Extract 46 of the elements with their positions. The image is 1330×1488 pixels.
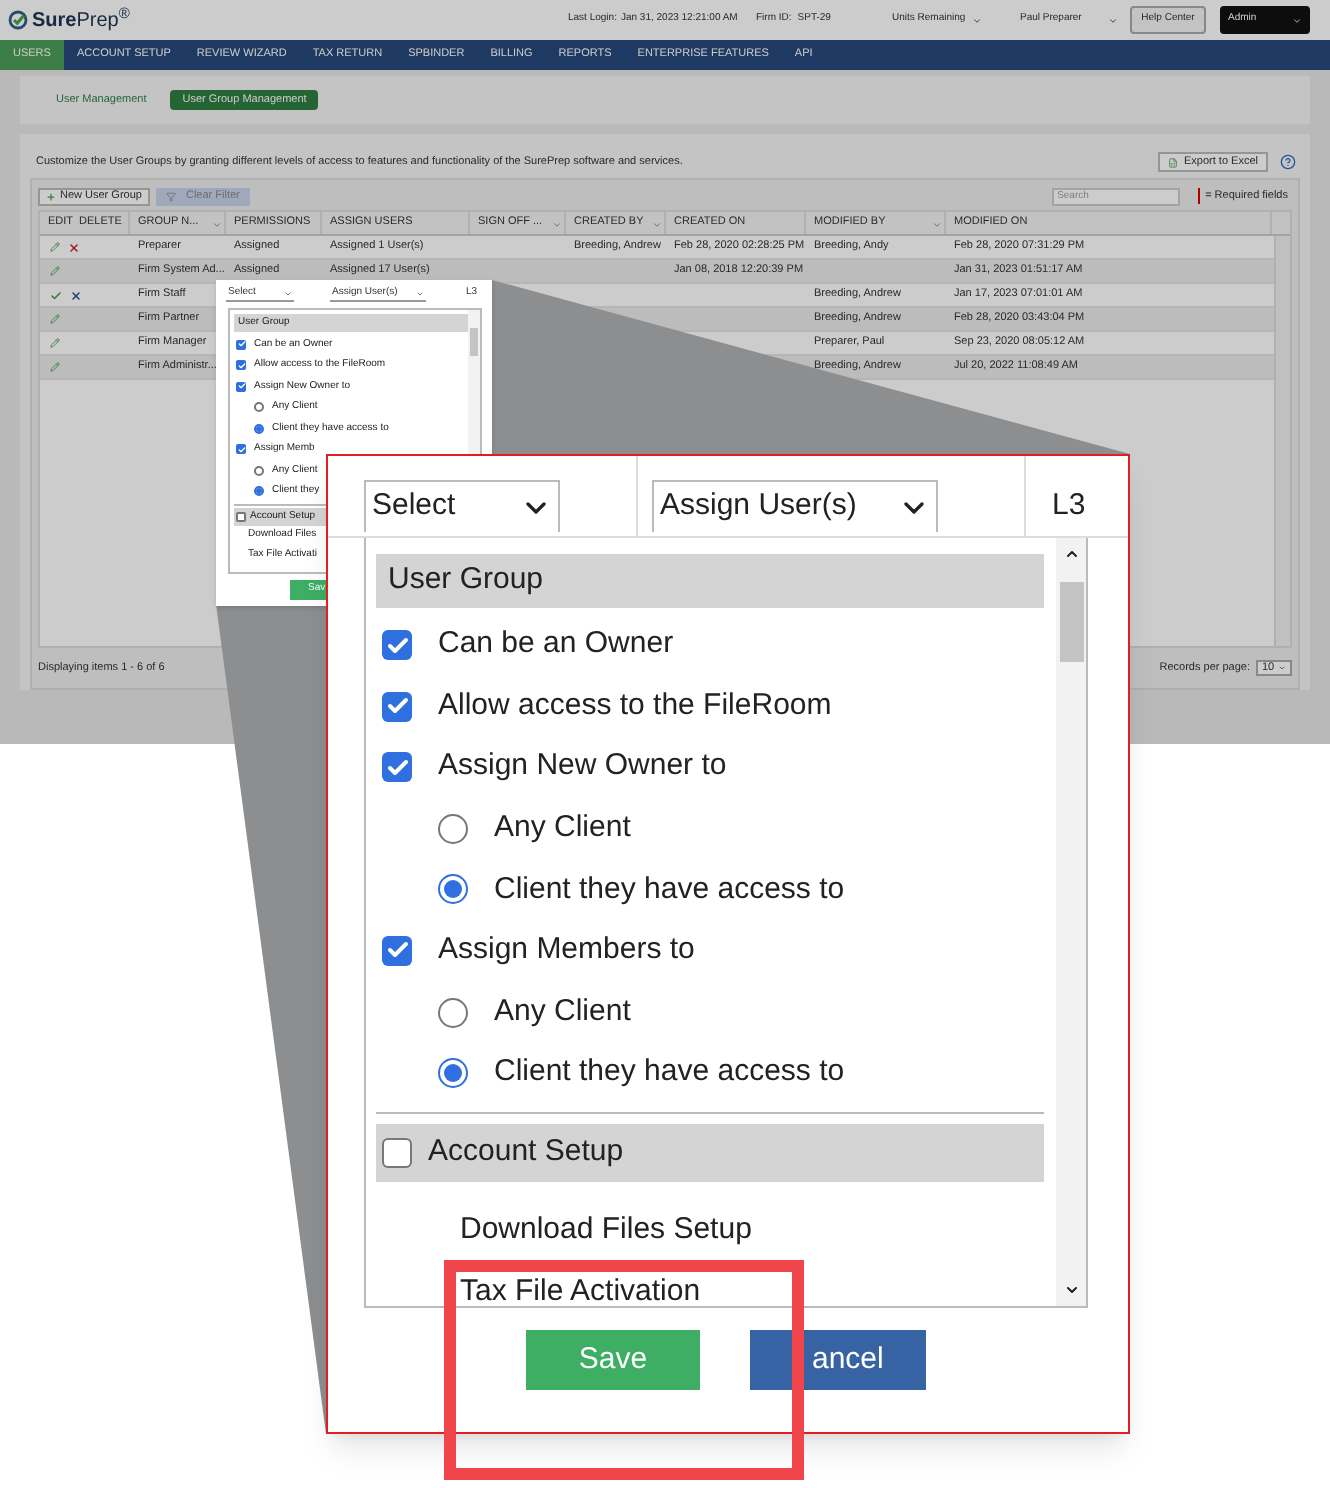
checkbox[interactable]: [382, 691, 412, 722]
group-label: Account Setup: [428, 1132, 624, 1173]
cancel-x-icon[interactable]: [70, 289, 82, 301]
radio-button[interactable]: [254, 486, 264, 497]
option-label: Assign Members to: [438, 930, 695, 971]
option-label: Any Client: [494, 991, 631, 1032]
option-label: Tax File Activation: [460, 1275, 701, 1306]
group-header: User Group: [376, 554, 1044, 609]
checkbox[interactable]: [382, 752, 412, 783]
checkbox[interactable]: [382, 1137, 412, 1168]
option-label: Download Files Setup: [460, 1213, 752, 1244]
option-label: Client they have access to: [494, 869, 845, 910]
radio-button[interactable]: [438, 813, 468, 844]
delete-x-icon[interactable]: [68, 241, 80, 253]
radio-button[interactable]: [438, 874, 468, 905]
logo-check-icon: [8, 10, 28, 30]
checkbox[interactable]: [382, 935, 412, 966]
radio-button[interactable]: [254, 402, 264, 413]
chevron-icon: [1292, 15, 1302, 25]
option-label: Can be an Owner: [438, 624, 674, 665]
option-label: Assign New Owner to: [438, 746, 727, 787]
checkbox[interactable]: [382, 630, 412, 660]
checkbox[interactable]: [236, 512, 246, 522]
scroll-thumb[interactable]: [1059, 582, 1083, 662]
select-dropdown[interactable]: Select: [364, 480, 560, 532]
radio-button[interactable]: [438, 997, 468, 1028]
logo-text: SurePrep$^{®}$: [32, 5, 130, 35]
option-label: Any Client: [494, 808, 631, 849]
help-icon[interactable]: [1280, 154, 1296, 170]
radio-button[interactable]: [254, 465, 264, 476]
chevron-icon: [1108, 15, 1118, 25]
assign-users-dropdown[interactable]: Assign User(s): [652, 480, 938, 532]
plus-icon: [46, 191, 56, 201]
option-label: Allow access to the FileRoom: [438, 685, 832, 726]
level-code: L3: [1052, 485, 1086, 525]
chevron-icon: [971, 15, 982, 25]
option-label: Client they have access to: [494, 1052, 845, 1093]
save-check-icon[interactable]: [50, 289, 62, 301]
scroll-down-icon[interactable]: [1063, 1282, 1079, 1298]
spreadsheet-icon: [1168, 157, 1178, 167]
scroll-up-icon[interactable]: [1063, 546, 1079, 562]
radio-button[interactable]: [254, 423, 264, 434]
filter-icon: [165, 191, 176, 201]
radio-button[interactable]: [438, 1058, 468, 1089]
required-marker: [1197, 188, 1200, 204]
cancel-button[interactable]: ancel: [750, 1330, 926, 1390]
